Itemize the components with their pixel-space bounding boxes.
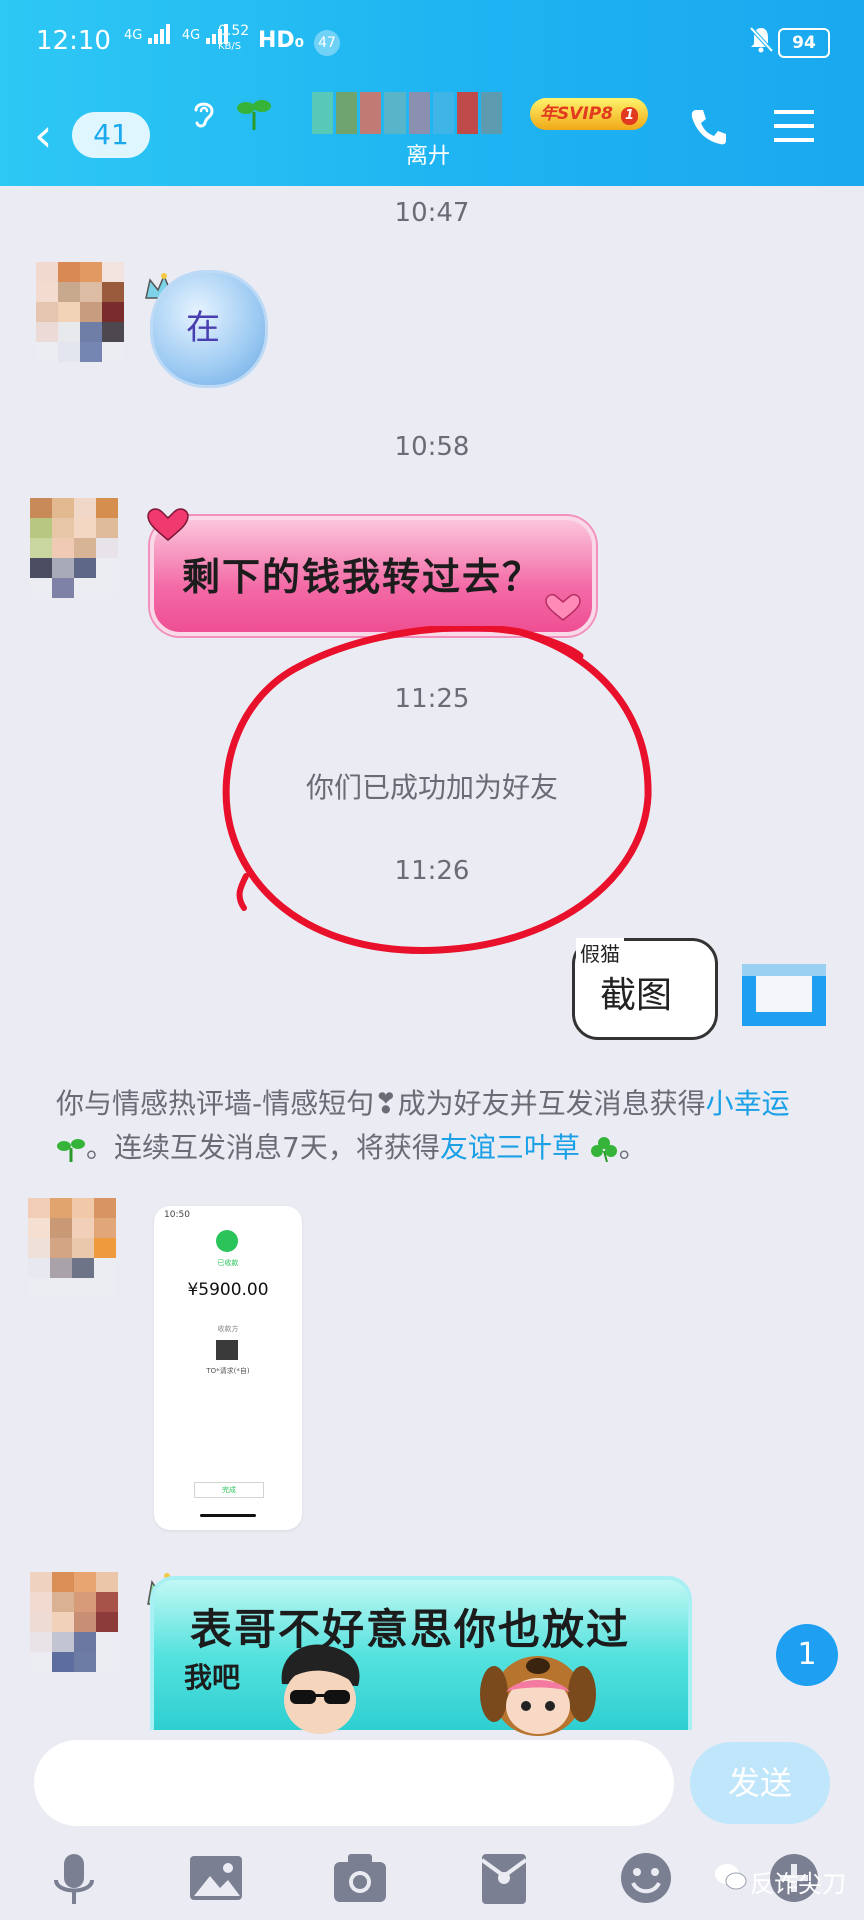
receipt-payer-label: 收款方 <box>217 1325 239 1333</box>
microphone-icon[interactable] <box>44 1850 104 1906</box>
unread-conversations-count: 41 <box>72 112 150 158</box>
svip-label: 年SVIP8 <box>540 104 614 124</box>
check-icon <box>216 1230 238 1252</box>
back-button[interactable]: ‹ 41 <box>34 106 154 166</box>
contact-subtitle: 离廾 <box>406 144 451 169</box>
speed-unit: KB/S <box>218 41 242 52</box>
sticker-text: 我吧 <box>184 1661 241 1694</box>
signal-icon <box>148 24 171 44</box>
red-packet-icon[interactable] <box>474 1850 534 1906</box>
notice-text: 你与情感热评墙-情感短句❣成为好友并互发消息获得 <box>56 1087 706 1120</box>
sticker-text: 截图 <box>600 975 673 1016</box>
notice-text: 。连续互发消息7天，将获得 <box>86 1131 440 1164</box>
cartoon-guy-sunglasses-icon <box>281 1644 360 1734</box>
network-speed: 0.52 KB/S <box>218 24 249 54</box>
receipt-status: 已收款 <box>217 1259 239 1267</box>
network-indicator-1: 4G 4G <box>124 24 230 44</box>
svip-level: 1 <box>620 107 638 125</box>
ear-icon[interactable] <box>186 96 220 130</box>
heart-decoration-icon <box>147 508 189 541</box>
status-bar: 12:10 4G 4G 0.52 KB/S HD₀ 47 94 <box>0 0 864 86</box>
receipt-done-button: 完成 <box>194 1482 264 1498</box>
receipt-amount: ¥5900.00 <box>187 1280 269 1300</box>
avatar[interactable] <box>30 1572 118 1672</box>
timestamp: 10:47 <box>394 198 470 228</box>
notice-text: 。 <box>618 1131 647 1164</box>
camera-icon[interactable] <box>330 1850 390 1906</box>
avatar[interactable] <box>28 1198 116 1298</box>
menu-icon[interactable] <box>772 106 816 146</box>
svip-badge[interactable]: 年SVIP8 1 <box>530 98 648 130</box>
home-indicator <box>200 1514 256 1517</box>
receipt-name: TO*请求(*自) <box>206 1367 250 1375</box>
notification-count-badge: 47 <box>314 30 340 56</box>
battery-indicator: 94 <box>778 28 830 58</box>
friendship-clover-link[interactable]: 友谊三叶草 <box>440 1131 580 1164</box>
sprout-icon <box>237 100 271 130</box>
network-label-2: 4G <box>181 28 201 43</box>
timestamp: 10:58 <box>394 432 470 462</box>
little-luck-link[interactable]: 小幸运 <box>706 1087 790 1120</box>
message-input[interactable] <box>34 1740 674 1826</box>
sticker-text: 剩下的钱我转过去？ <box>182 554 543 599</box>
clover-icon <box>590 1137 617 1162</box>
receipt-time: 10:50 <box>164 1210 190 1220</box>
contact-name-mosaic <box>312 92 502 134</box>
hd-indicator: HD₀ <box>258 28 305 53</box>
mute-bell-icon <box>749 26 774 53</box>
wechat-watermark-icon <box>715 1864 747 1890</box>
avatar[interactable] <box>30 498 118 598</box>
friendship-notice: 你与情感热评墙-情感短句❣成为好友并互发消息获得小幸运 。连续互发消息7天，将获… <box>56 1082 826 1170</box>
image-icon[interactable] <box>186 1850 246 1906</box>
status-time: 12:10 <box>36 26 111 56</box>
send-button[interactable]: 发送 <box>690 1742 830 1824</box>
cartoon-dog-girl-icon <box>480 1656 596 1736</box>
new-message-badge[interactable]: 1 <box>776 1624 838 1686</box>
red-annotation-circle <box>222 626 652 954</box>
sticker-tag: 假猫 <box>576 938 624 967</box>
phone-icon[interactable] <box>686 104 732 150</box>
avatar[interactable] <box>732 946 836 1050</box>
emoji-icon[interactable] <box>616 1850 676 1906</box>
heart-decoration-icon <box>545 594 581 621</box>
network-label-1: 4G <box>124 28 143 43</box>
watermark-text: 反诈尖刀 <box>750 1870 846 1898</box>
payment-screenshot-image[interactable]: 10:50 已收款 ¥5900.00 收款方 TO*请求(*自) 完成 <box>154 1206 302 1530</box>
chevron-left-icon: ‹ <box>34 108 53 162</box>
sticker-text: 在 <box>186 308 220 348</box>
sprout-icon <box>57 1139 85 1162</box>
avatar[interactable] <box>36 262 124 362</box>
speed-value: 0.52 <box>218 23 250 39</box>
receipt-avatar <box>216 1340 238 1360</box>
